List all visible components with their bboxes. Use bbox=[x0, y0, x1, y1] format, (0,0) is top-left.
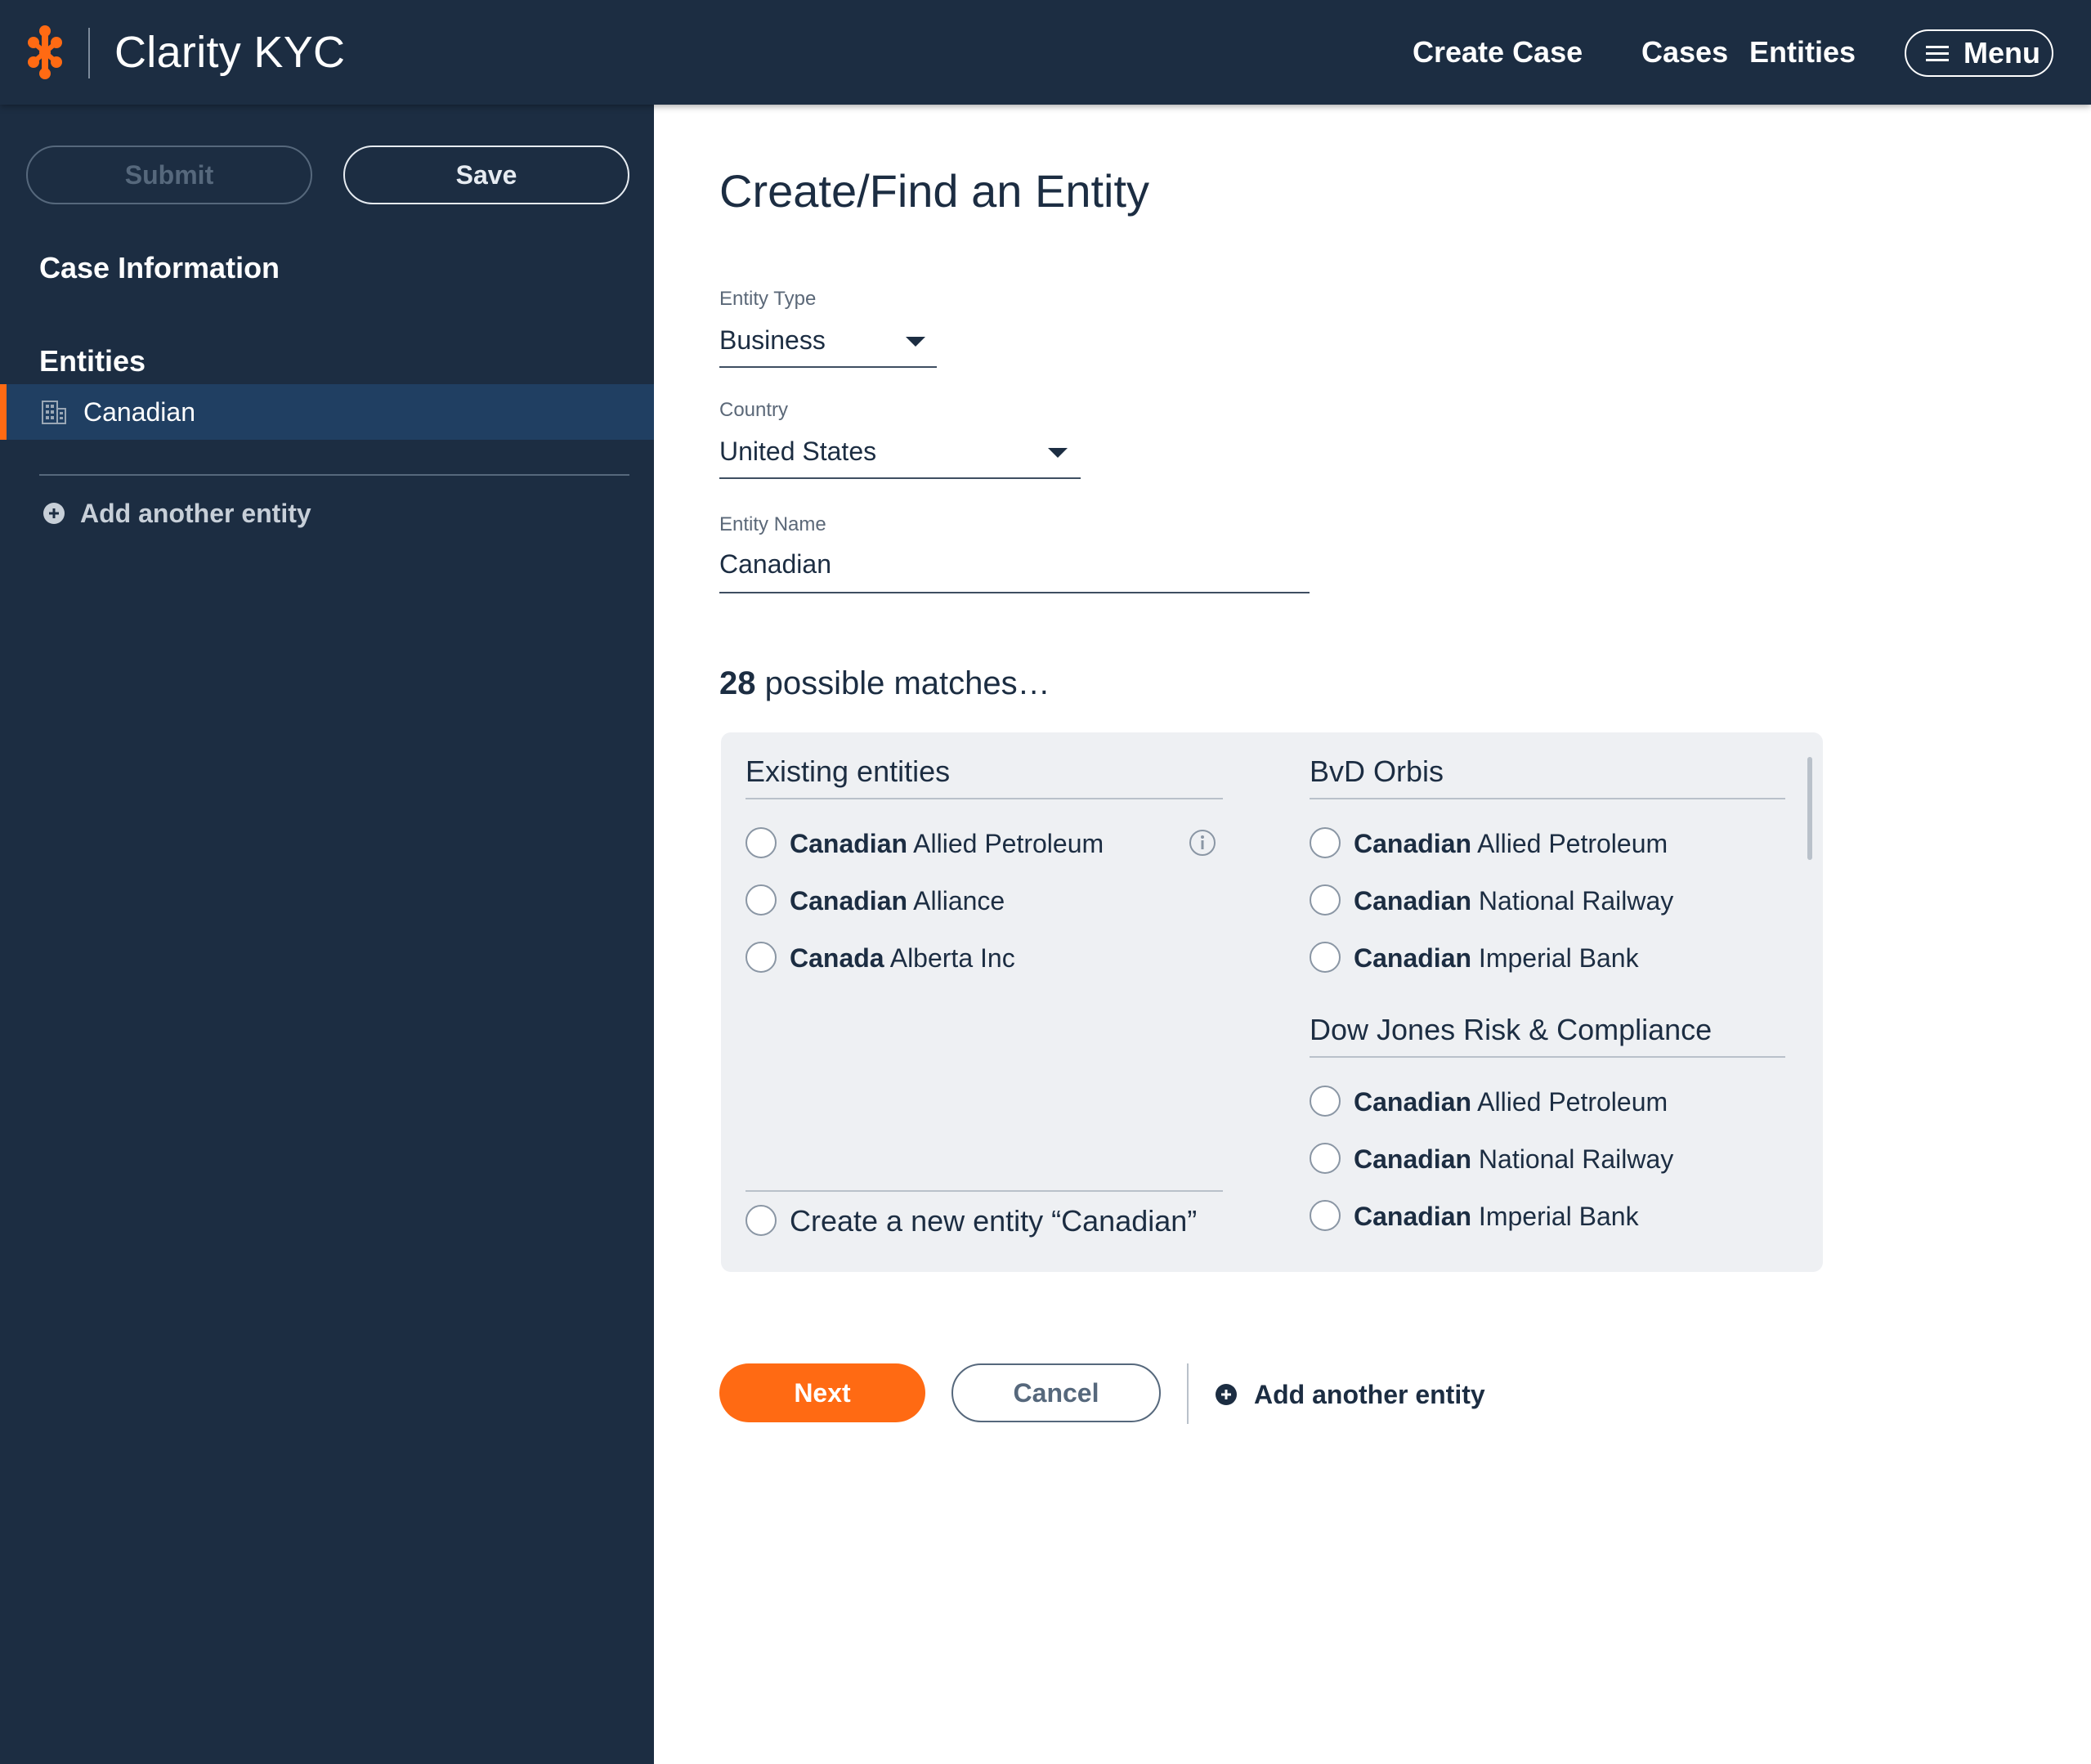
existing-entity-option[interactable]: Canada Alberta Inc bbox=[746, 938, 1228, 978]
add-another-entity-label: Add another entity bbox=[1254, 1380, 1485, 1409]
option-label: Canadian Imperial Bank bbox=[1354, 1202, 1639, 1231]
submit-button[interactable]: Submit bbox=[26, 146, 312, 204]
nav-entities[interactable]: Entities bbox=[1749, 33, 1856, 72]
radio-button[interactable] bbox=[746, 942, 777, 973]
page-title: Create/Find an Entity bbox=[719, 165, 1150, 217]
plus-circle-icon bbox=[1216, 1384, 1237, 1405]
create-new-entity-label: Create a new entity “Canadian” bbox=[790, 1204, 1198, 1238]
info-icon[interactable] bbox=[1189, 829, 1216, 857]
top-navigation-bar: Clarity KYC Create Case Cases Entities M… bbox=[0, 0, 2091, 105]
matches-panel: Existing entities Canadian Allied Petrol… bbox=[721, 732, 1823, 1272]
radio-button[interactable] bbox=[1310, 1200, 1341, 1231]
sidebar: Submit Save Case Information Entities Ca… bbox=[0, 105, 654, 1764]
entity-type-value: Business bbox=[719, 325, 826, 355]
dow-jones-option[interactable]: Canadian National Railway bbox=[1310, 1139, 1784, 1179]
panel-scrollbar[interactable] bbox=[1807, 757, 1812, 860]
existing-entities-rule bbox=[746, 798, 1223, 799]
radio-button[interactable] bbox=[746, 1205, 777, 1236]
next-button[interactable]: Next bbox=[719, 1363, 925, 1422]
dow-jones-rule bbox=[1310, 1056, 1785, 1058]
actions-divider bbox=[1187, 1363, 1189, 1424]
dow-jones-option[interactable]: Canadian Imperial Bank bbox=[1310, 1197, 1784, 1236]
existing-entity-option[interactable]: Canadian Alliance bbox=[746, 881, 1228, 920]
sidebar-divider bbox=[39, 474, 629, 476]
option-label: Canadian Imperial Bank bbox=[1354, 943, 1639, 973]
sidebar-item-case-information[interactable]: Case Information bbox=[39, 248, 280, 288]
bvd-orbis-option[interactable]: Canadian National Railway bbox=[1310, 881, 1784, 920]
active-indicator bbox=[0, 384, 7, 440]
country-label: Country bbox=[719, 399, 789, 421]
bvd-orbis-option[interactable]: Canadian Imperial Bank bbox=[1310, 938, 1784, 978]
radio-button[interactable] bbox=[1310, 942, 1341, 973]
radio-button[interactable] bbox=[1310, 1143, 1341, 1174]
bvd-orbis-heading: BvD Orbis bbox=[1310, 754, 1444, 788]
option-label: Canadian Allied Petroleum bbox=[1354, 1087, 1668, 1117]
country-value: United States bbox=[719, 437, 877, 466]
chevron-down-icon bbox=[906, 337, 925, 347]
plus-circle-icon bbox=[43, 503, 65, 524]
radio-button[interactable] bbox=[1310, 827, 1341, 858]
bvd-orbis-rule bbox=[1310, 798, 1785, 799]
cancel-button[interactable]: Cancel bbox=[951, 1363, 1161, 1422]
option-label: Canada Alberta Inc bbox=[790, 943, 1015, 973]
menu-label: Menu bbox=[1963, 36, 2040, 69]
radio-button[interactable] bbox=[746, 884, 777, 916]
save-button[interactable]: Save bbox=[343, 146, 629, 204]
logo-divider bbox=[88, 28, 90, 78]
building-icon bbox=[42, 401, 66, 424]
possible-matches-count: 28 possible matches… bbox=[719, 660, 1050, 706]
option-label: Canadian Alliance bbox=[790, 886, 1005, 916]
matches-count-number: 28 bbox=[719, 665, 756, 701]
sidebar-entity-label: Canadian bbox=[83, 397, 195, 427]
option-label: Canadian Allied Petroleum bbox=[1354, 829, 1668, 858]
dow-jones-option[interactable]: Canadian Allied Petroleum bbox=[1310, 1082, 1784, 1122]
radio-button[interactable] bbox=[1310, 1086, 1341, 1117]
app-title: Clarity KYC bbox=[114, 28, 346, 77]
create-new-rule bbox=[746, 1190, 1223, 1192]
hamburger-icon bbox=[1926, 46, 1949, 62]
existing-entities-heading: Existing entities bbox=[746, 754, 951, 788]
menu-button[interactable]: Menu bbox=[1905, 29, 2053, 77]
dow-jones-heading: Dow Jones Risk & Compliance bbox=[1310, 1013, 1713, 1046]
nav-cases[interactable]: Cases bbox=[1641, 33, 1728, 72]
matches-count-suffix: possible matches… bbox=[755, 665, 1050, 701]
bvd-orbis-option[interactable]: Canadian Allied Petroleum bbox=[1310, 824, 1784, 863]
country-select[interactable]: United States bbox=[719, 432, 1081, 479]
entity-name-input[interactable]: Canadian bbox=[719, 544, 1310, 593]
nav-create-case[interactable]: Create Case bbox=[1413, 33, 1583, 72]
entity-name-value: Canadian bbox=[719, 549, 831, 579]
entity-type-select[interactable]: Business bbox=[719, 320, 937, 368]
option-label: Canadian National Railway bbox=[1354, 1144, 1674, 1174]
sidebar-item-entity-canadian[interactable]: Canadian bbox=[0, 384, 654, 440]
sidebar-add-entity-label: Add another entity bbox=[80, 499, 311, 528]
chevron-down-icon bbox=[1048, 448, 1068, 458]
option-label: Canadian National Railway bbox=[1354, 886, 1674, 916]
entity-type-label: Entity Type bbox=[719, 288, 817, 310]
existing-entity-option[interactable]: Canadian Allied Petroleum bbox=[746, 824, 1228, 863]
main-content: Create/Find an Entity Entity Type Busine… bbox=[654, 105, 2091, 1764]
radio-button[interactable] bbox=[1310, 884, 1341, 916]
radio-button[interactable] bbox=[746, 827, 777, 858]
create-new-entity-option[interactable]: Create a new entity “Canadian” bbox=[746, 1202, 1228, 1241]
option-label: Canadian Allied Petroleum bbox=[790, 829, 1104, 858]
entity-name-label: Entity Name bbox=[719, 513, 826, 535]
sidebar-entities-heading: Entities bbox=[39, 344, 146, 378]
clarity-logo-icon bbox=[28, 25, 62, 79]
